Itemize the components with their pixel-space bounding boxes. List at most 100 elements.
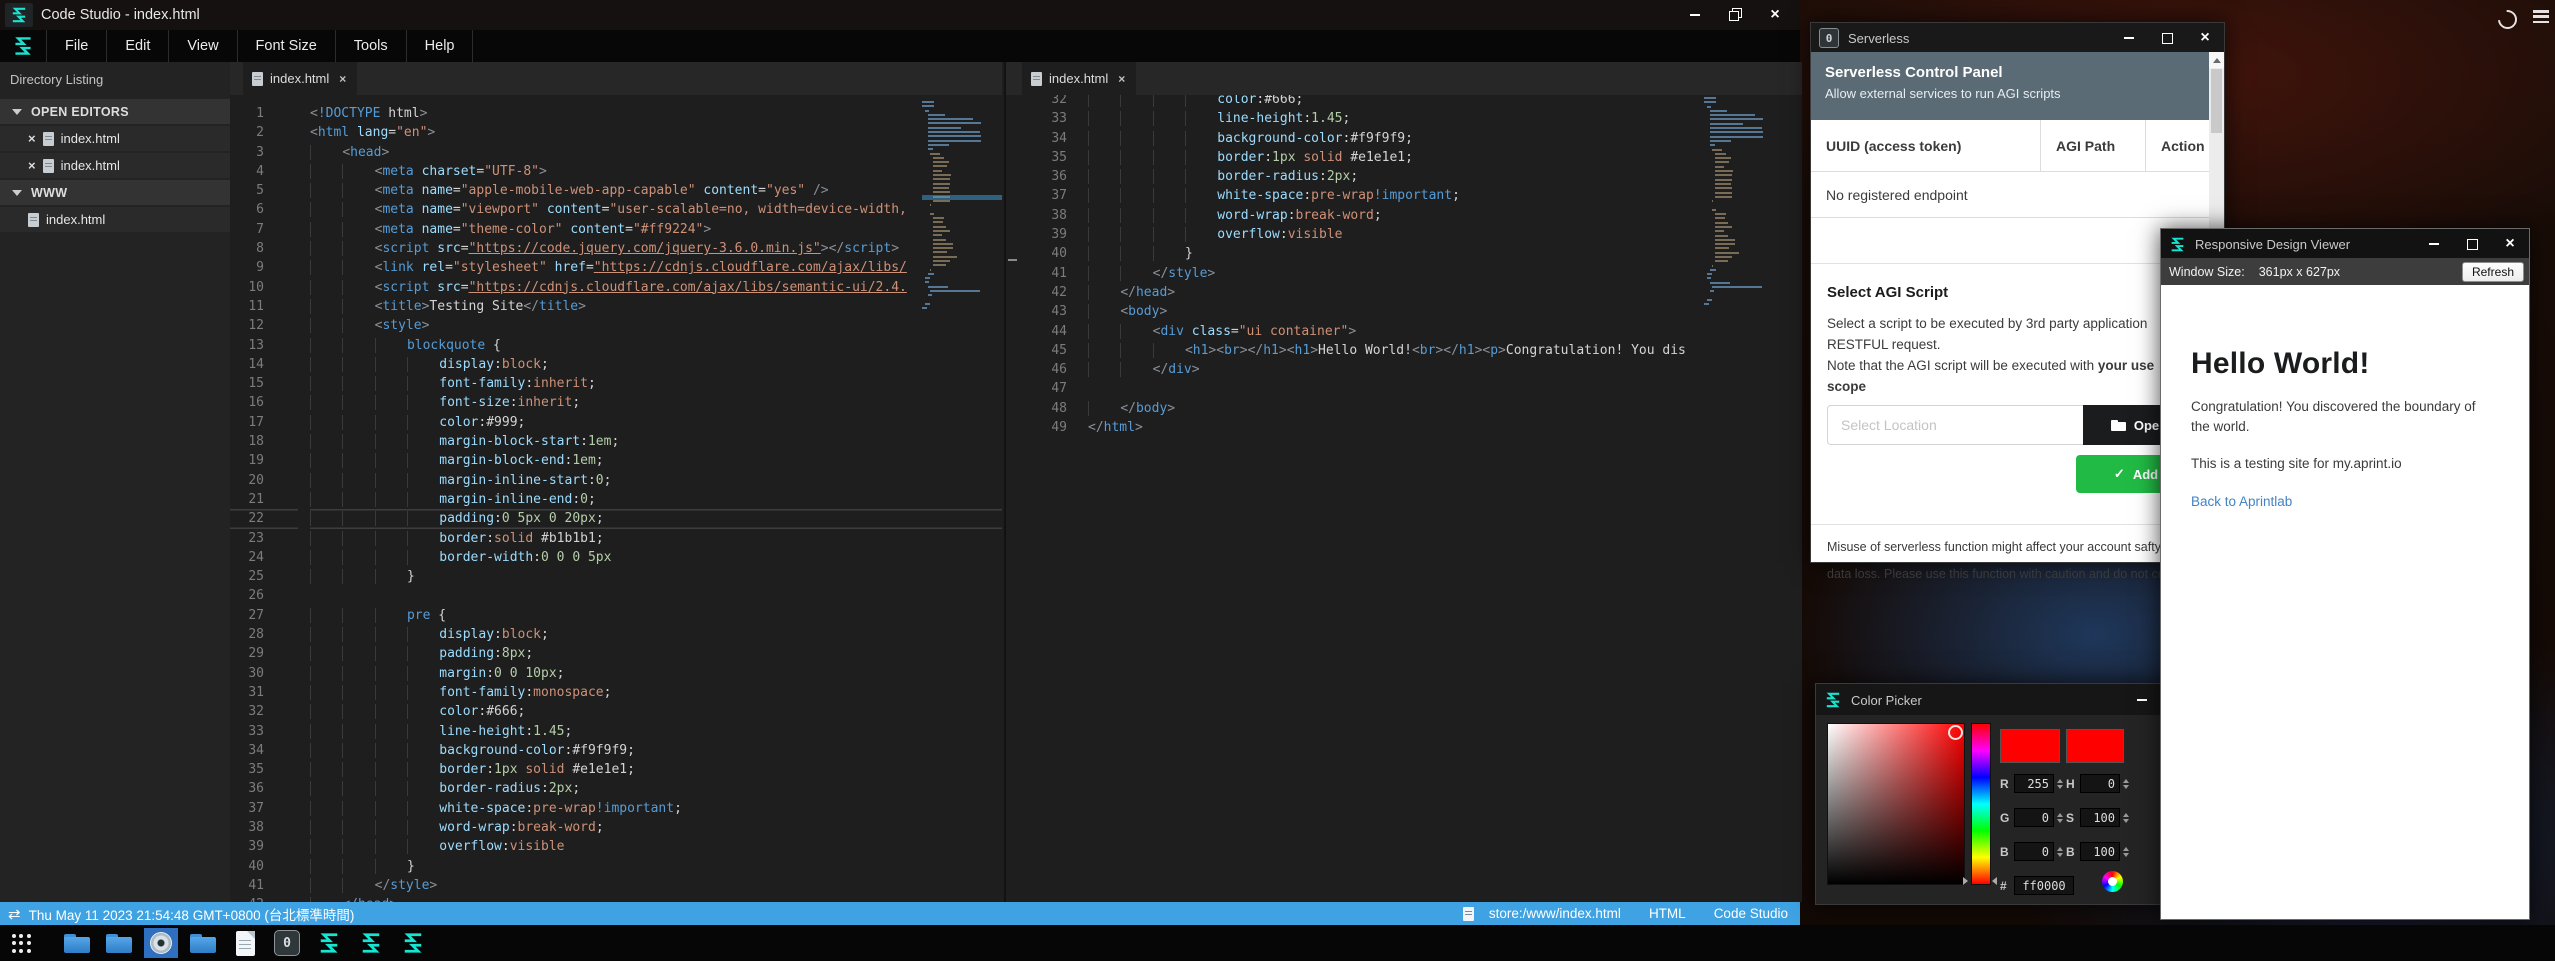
close-button[interactable]: × — [2503, 237, 2517, 251]
code-line[interactable]: pre { — [310, 606, 1002, 625]
maximize-button[interactable] — [2465, 237, 2479, 251]
minimize-button[interactable] — [2122, 31, 2136, 45]
taskbar-icon-app-launcher[interactable] — [4, 928, 38, 958]
code-editor[interactable]: <!DOCTYPE html><html lang="en"> <head> <… — [310, 95, 1002, 902]
code-line[interactable]: color:#666; — [310, 702, 1002, 721]
taskbar-icon-code-studio[interactable] — [354, 928, 388, 958]
menu-view[interactable]: View — [169, 30, 237, 62]
taskbar-icon-folder[interactable] — [60, 928, 94, 958]
code-line[interactable]: line-height:1.45; — [1088, 109, 1802, 128]
green-field[interactable]: 0 — [2014, 808, 2054, 827]
close-button[interactable]: × — [1768, 8, 1782, 22]
status-language[interactable]: HTML — [1649, 906, 1686, 921]
code-line[interactable]: font-family:inherit; — [310, 374, 1002, 393]
code-line[interactable]: <!DOCTYPE html> — [310, 104, 1002, 123]
code-line[interactable]: margin:0 0 10px; — [310, 664, 1002, 683]
close-tab-icon[interactable]: × — [339, 72, 346, 86]
code-line[interactable]: border:1px solid #e1e1e1; — [310, 760, 1002, 779]
code-line[interactable]: <html lang="en"> — [310, 123, 1002, 142]
code-line[interactable]: border-radius:2px; — [1088, 167, 1802, 186]
code-line[interactable]: <div class="ui container"> — [1088, 322, 1802, 341]
menu-file[interactable]: File — [47, 30, 107, 62]
code-line[interactable]: blockquote { — [310, 336, 1002, 355]
code-editor[interactable]: color:#666; line-height:1.45; background… — [1088, 95, 1802, 888]
spinner-control[interactable] — [2123, 847, 2129, 857]
code-line[interactable] — [1088, 379, 1802, 398]
code-line[interactable]: </html> — [1088, 418, 1802, 437]
menu-help[interactable]: Help — [407, 30, 474, 62]
hex-field[interactable]: ff0000 — [2014, 876, 2074, 895]
taskbar-icon-serverless[interactable]: 0 — [270, 928, 304, 958]
code-line[interactable]: </head> — [310, 895, 1002, 902]
code-line[interactable]: display:block; — [310, 625, 1002, 644]
taskbar-icon-code-studio[interactable] — [396, 928, 430, 958]
minimap[interactable] — [1704, 97, 1796, 902]
hue-field[interactable]: 0 — [2080, 774, 2120, 793]
code-line[interactable]: background-color:#f9f9f9; — [1088, 129, 1802, 148]
saturation-value-canvas[interactable] — [1827, 723, 1965, 885]
spinner-control[interactable] — [2123, 779, 2129, 789]
brightness-field[interactable]: 100 — [2080, 842, 2120, 861]
code-line[interactable]: white-space:pre-wrap!important; — [1088, 186, 1802, 205]
code-line[interactable]: margin-block-end:1em; — [310, 451, 1002, 470]
code-line[interactable]: background-color:#f9f9f9; — [310, 741, 1002, 760]
sidebar-section-open-editors[interactable]: OPEN EDITORS — [0, 99, 230, 124]
code-line[interactable]: margin-inline-end:0; — [310, 490, 1002, 509]
minimize-button[interactable] — [1688, 8, 1702, 22]
code-line[interactable]: font-size:inherit; — [310, 393, 1002, 412]
minimize-button[interactable] — [2135, 693, 2149, 707]
minimap[interactable] — [922, 101, 1002, 902]
code-line[interactable]: margin-inline-start:0; — [310, 471, 1002, 490]
maximize-button[interactable] — [2160, 31, 2174, 45]
red-field[interactable]: 255 — [2014, 774, 2054, 793]
code-line[interactable]: </head> — [1088, 283, 1802, 302]
agi-location-input[interactable] — [1827, 405, 2083, 445]
taskbar-icon-folder[interactable] — [102, 928, 136, 958]
color-wheel-icon[interactable] — [2102, 871, 2123, 892]
code-line[interactable]: <meta charset="UTF-8"> — [310, 162, 1002, 181]
scroll-handle[interactable] — [1008, 259, 1017, 261]
spinner-control[interactable] — [2057, 813, 2063, 823]
close-icon[interactable]: × — [28, 158, 36, 173]
close-icon[interactable]: × — [28, 131, 36, 146]
menu-edit[interactable]: Edit — [107, 30, 169, 62]
code-line[interactable]: word-wrap:break-word; — [1088, 206, 1802, 225]
code-line[interactable]: overflow:visible — [1088, 225, 1802, 244]
code-line[interactable]: <meta name="apple-mobile-web-app-capable… — [310, 181, 1002, 200]
close-button[interactable]: × — [2198, 31, 2212, 45]
code-line[interactable]: border-radius:2px; — [310, 779, 1002, 798]
code-line[interactable]: <head> — [310, 143, 1002, 162]
status-filepath[interactable]: store:/www/index.html — [1489, 906, 1621, 921]
blue-field[interactable]: 0 — [2014, 842, 2054, 861]
code-line[interactable]: border:1px solid #e1e1e1; — [1088, 148, 1802, 167]
code-line[interactable]: <link rel="stylesheet" href="https://cdn… — [310, 258, 1002, 277]
code-line[interactable]: border:solid #b1b1b1; — [310, 529, 1002, 548]
code-line[interactable]: <h1><br></h1><h1>Hello World!<br></h1><p… — [1088, 341, 1802, 360]
refresh-button[interactable]: Refresh — [2462, 262, 2524, 282]
code-line[interactable]: color:#666; — [1088, 95, 1802, 109]
spinner-control[interactable] — [2057, 847, 2063, 857]
close-tab-icon[interactable]: × — [1118, 72, 1125, 86]
code-line[interactable]: color:#999; — [310, 413, 1002, 432]
code-line[interactable]: white-space:pre-wrap!important; — [310, 799, 1002, 818]
code-line[interactable]: </body> — [1088, 399, 1802, 418]
scroll-thumb[interactable] — [2211, 69, 2222, 133]
sidebar-item-index.html[interactable]: ×index.html — [0, 153, 230, 178]
hamburger-menu-icon[interactable] — [2533, 10, 2549, 23]
code-line[interactable]: overflow:visible — [310, 837, 1002, 856]
code-line[interactable]: padding:8px; — [310, 644, 1002, 663]
taskbar-icon-code-studio[interactable] — [312, 928, 346, 958]
code-line[interactable]: border-width:0 0 0 5px — [310, 548, 1002, 567]
scroll-up-icon[interactable] — [2209, 52, 2224, 68]
taskbar-icon-folder[interactable] — [186, 928, 220, 958]
code-line[interactable]: line-height:1.45; — [310, 722, 1002, 741]
code-line[interactable]: font-family:monospace; — [310, 683, 1002, 702]
code-line[interactable]: <body> — [1088, 302, 1802, 321]
code-line[interactable]: <script src="https://code.jquery.com/jqu… — [310, 239, 1002, 258]
color-selector-ring[interactable] — [1948, 725, 1963, 740]
back-to-aprintlab-link[interactable]: Back to Aprintlab — [2191, 494, 2501, 509]
code-line[interactable]: <meta name="theme-color" content="#ff922… — [310, 220, 1002, 239]
code-line[interactable]: } — [1088, 244, 1802, 263]
minimize-button[interactable] — [2427, 237, 2441, 251]
code-line[interactable]: margin-block-start:1em; — [310, 432, 1002, 451]
